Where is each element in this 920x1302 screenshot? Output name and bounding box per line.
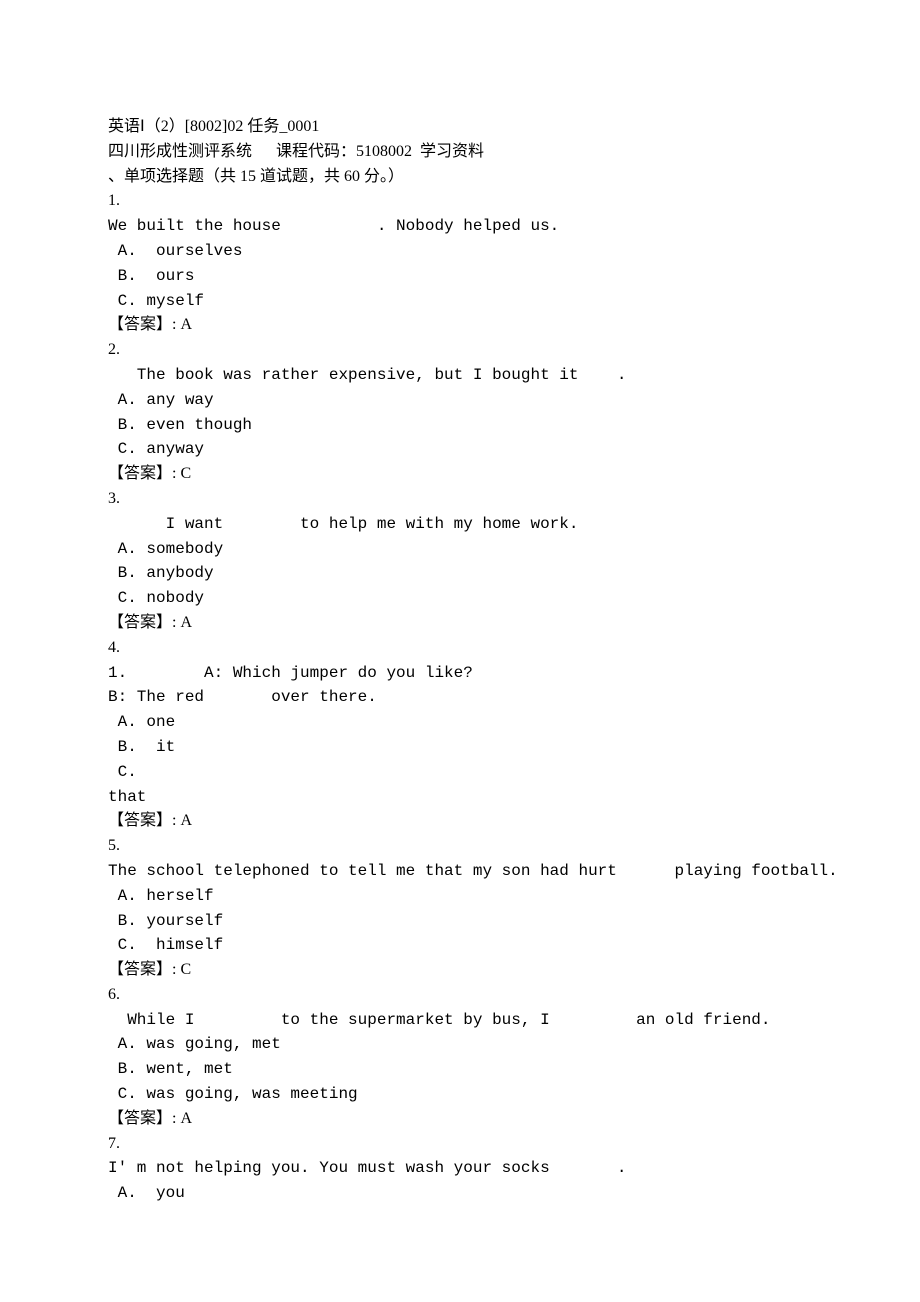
question-text: I want to help me with my home work. <box>108 512 812 537</box>
question-number: 3. <box>108 487 812 512</box>
question-option: C. himself <box>108 933 812 958</box>
question-text: The book was rather expensive, but I bou… <box>108 363 812 388</box>
question-option: A. ourselves <box>108 239 812 264</box>
question-number: 4. <box>108 636 812 661</box>
question-option: B. it <box>108 735 812 760</box>
answer-line: 【答案】: A <box>108 313 812 338</box>
answer-line: 【答案】: A <box>108 611 812 636</box>
question-text: 1. A: Which jumper do you like? <box>108 661 812 686</box>
document-title: 英语Ⅰ（2）[8002]02 任务_0001 <box>108 115 812 140</box>
question-option: A. you <box>108 1181 812 1206</box>
question-option: A. was going, met <box>108 1032 812 1057</box>
question-option: B. yourself <box>108 909 812 934</box>
question-text: We built the house . Nobody helped us. <box>108 214 812 239</box>
question-option: B. even though <box>108 413 812 438</box>
question-text: The school telephoned to tell me that my… <box>108 859 812 884</box>
system-info-line: 四川形成性测评系统 课程代码：5108002 学习资料 <box>108 140 812 165</box>
question-number: 2. <box>108 338 812 363</box>
question-option: A. herself <box>108 884 812 909</box>
question-option: B. ours <box>108 264 812 289</box>
question-option: A. any way <box>108 388 812 413</box>
question-option: C. <box>108 760 812 785</box>
question-option: that <box>108 785 812 810</box>
question-option: A. somebody <box>108 537 812 562</box>
question-number: 1. <box>108 189 812 214</box>
question-option: A. one <box>108 710 812 735</box>
question-option: B. went, met <box>108 1057 812 1082</box>
question-number: 7. <box>108 1132 812 1157</box>
question-option: B. anybody <box>108 561 812 586</box>
answer-line: 【答案】: C <box>108 462 812 487</box>
answer-line: 【答案】: A <box>108 1107 812 1132</box>
answer-line: 【答案】: A <box>108 809 812 834</box>
answer-line: 【答案】: C <box>108 958 812 983</box>
question-text: I' m not helping you. You must wash your… <box>108 1156 812 1181</box>
question-text: While I to the supermarket by bus, I an … <box>108 1008 812 1033</box>
page: 英语Ⅰ（2）[8002]02 任务_0001 四川形成性测评系统 课程代码：51… <box>0 0 920 1302</box>
question-option: C. nobody <box>108 586 812 611</box>
question-option: C. anyway <box>108 437 812 462</box>
question-text: B: The red over there. <box>108 685 812 710</box>
question-number: 5. <box>108 834 812 859</box>
question-option: C. was going, was meeting <box>108 1082 812 1107</box>
section-title: 、单项选择题（共 15 道试题，共 60 分。） <box>108 165 812 190</box>
question-option: C. myself <box>108 289 812 314</box>
question-number: 6. <box>108 983 812 1008</box>
